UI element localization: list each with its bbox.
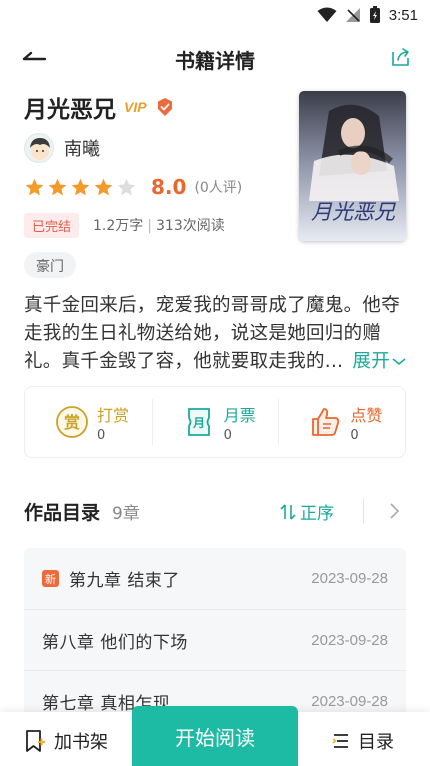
start-reading-button[interactable]: 开始阅读 (132, 706, 298, 766)
book-title: 月光恶兄 (24, 97, 116, 123)
star-icon (94, 178, 113, 195)
cover-title-text: 月光恶兄 (311, 200, 396, 224)
star-icon (117, 178, 136, 195)
reward-text: 打赏 0 (97, 402, 129, 443)
support-actions-card: 赏 打赏 0 月 月票 0 点赞 0 (24, 386, 406, 458)
meta-separator: | (147, 218, 152, 234)
status-icons: 3:51 (317, 6, 418, 24)
like-text: 点赞 0 (350, 402, 382, 443)
toc-divider (363, 498, 364, 524)
synopsis-text: 真千金回来后，宠爱我的哥哥成了魔鬼。他夺走我的生日礼物送给她，说这是她回归的赠礼… (24, 295, 401, 372)
book-cover[interactable]: 月光恶兄 (299, 91, 406, 241)
add-to-shelf-label: 加书架 (54, 732, 108, 753)
author-name: 南曦 (64, 139, 100, 160)
monthly-ticket-label: 月票 (223, 405, 256, 425)
monthly-ticket-count: 0 (223, 427, 232, 443)
start-reading-label: 开始阅读 (175, 725, 255, 750)
battery-icon (369, 6, 380, 23)
chapter-title: 第八章 他们的下场 (42, 632, 188, 653)
new-badge: 新 (42, 570, 59, 587)
genre-tag[interactable]: 豪门 (24, 252, 76, 278)
star-icon (71, 178, 90, 195)
rating-score: 8.0 (151, 175, 187, 199)
toc-title: 作品目录 (24, 501, 101, 524)
reward-icon: 赏 (56, 406, 88, 438)
chapter-date: 2023-09-28 (311, 692, 388, 710)
monthly-ticket-button[interactable]: 月 月票 0 (151, 387, 279, 457)
bottom-action-bar: 加书架 开始阅读 目录 (0, 706, 430, 766)
sort-label: 正序 (300, 504, 334, 524)
book-stats: 1.2万字 | 313次阅读 (93, 215, 225, 235)
table-of-contents-button[interactable]: 目录 (332, 728, 394, 754)
monthly-ticket-icon: 月 (187, 408, 210, 436)
reward-label: 打赏 (97, 405, 130, 425)
author-row[interactable]: 南曦 (24, 132, 100, 164)
expand-label: 展开 (352, 351, 390, 372)
rating-count: (0人评) (194, 180, 243, 196)
cover-artwork: 月光恶兄 (299, 91, 406, 241)
synopsis: 真千金回来后，宠爱我的哥哥成了魔鬼。他夺走我的生日礼物送给她，说这是她回归的赠礼… (24, 292, 408, 376)
star-rating (24, 177, 137, 198)
read-count: 313次阅读 (156, 218, 225, 234)
toc-header: 作品目录 9章 正序 (24, 496, 406, 526)
like-label: 点赞 (350, 405, 383, 425)
vip-badge: VIP (124, 99, 147, 115)
reward-count: 0 (97, 427, 106, 443)
share-icon[interactable] (390, 46, 412, 68)
verified-badge-icon (157, 98, 172, 116)
list-icon (332, 734, 348, 748)
word-count: 1.2万字 (93, 218, 144, 234)
sort-icon (280, 503, 296, 520)
chapter-item[interactable]: 新 第九章 结束了 2023-09-28 (24, 548, 406, 609)
top-bar: 书籍详情 (0, 36, 430, 80)
expand-button[interactable]: 展开 (350, 348, 408, 376)
wifi-icon (317, 7, 337, 22)
chapter-count: 9章 (112, 503, 140, 524)
add-to-shelf-button[interactable]: 加书架 (24, 728, 108, 754)
chapter-title: 第九章 结束了 (69, 571, 180, 591)
like-icon (312, 408, 340, 436)
avatar-face-icon (30, 138, 50, 160)
rating-row: 8.0 (0人评) (24, 174, 242, 200)
add-bookmark-icon (26, 730, 45, 752)
status-bar: 3:51 (0, 0, 430, 30)
reward-button[interactable]: 赏 打赏 0 (25, 387, 152, 457)
svg-text:赏: 赏 (64, 413, 80, 432)
table-of-contents-label: 目录 (358, 732, 394, 753)
clock: 3:51 (388, 6, 418, 24)
svg-text:月: 月 (192, 416, 205, 430)
author-avatar (24, 133, 54, 163)
chevron-down-icon (392, 358, 406, 366)
page-title: 书籍详情 (175, 49, 255, 73)
monthly-ticket-text: 月票 0 (224, 402, 256, 443)
status-badge: 已完结 (24, 212, 80, 238)
like-count: 0 (350, 427, 359, 443)
book-meta-row: 已完结 1.2万字 | 313次阅读 (24, 212, 225, 238)
chevron-right-icon[interactable] (388, 502, 400, 520)
chapter-list: 新 第九章 结束了 2023-09-28 第八章 他们的下场 2023-09-2… (24, 548, 406, 728)
book-title-row: 月光恶兄 VIP (24, 90, 175, 124)
star-icon (25, 178, 44, 195)
chapter-item[interactable]: 第八章 他们的下场 2023-09-28 (24, 609, 406, 670)
chapter-date: 2023-09-28 (311, 570, 388, 587)
like-button[interactable]: 点赞 0 (278, 387, 405, 457)
star-icon (48, 178, 67, 195)
sort-order-button[interactable]: 正序 (280, 499, 334, 524)
no-signal-icon (345, 8, 360, 22)
chapter-date: 2023-09-28 (311, 631, 388, 649)
